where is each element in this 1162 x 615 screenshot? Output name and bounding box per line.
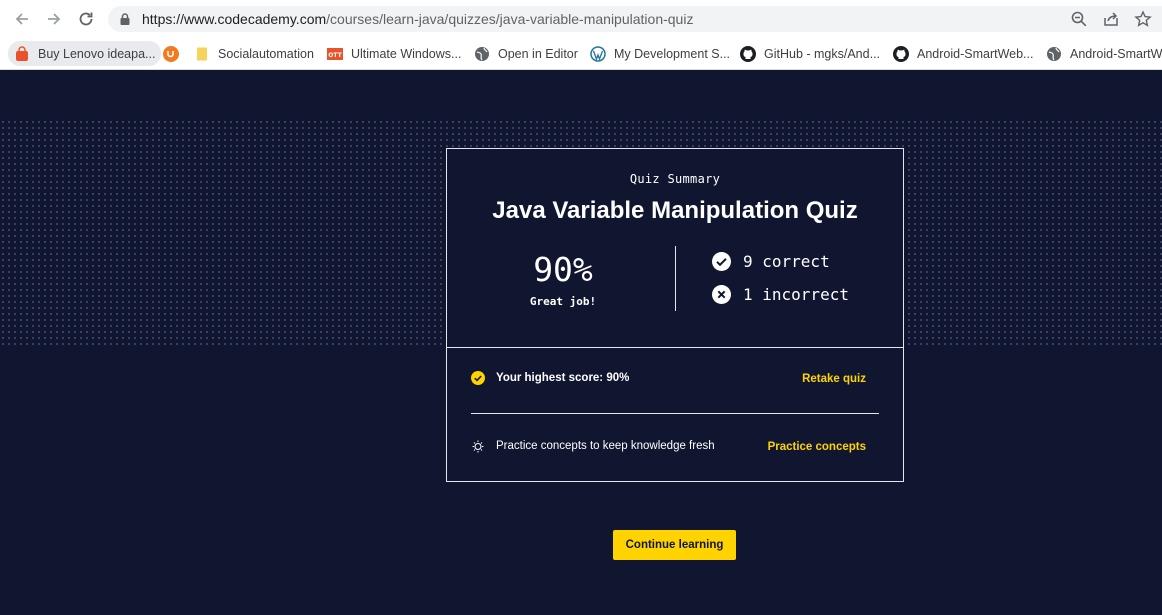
bookmark-socialautomation[interactable]: Socialautomation (188, 41, 320, 66)
bookmark-github-mgks[interactable]: GitHub - mgks/And... (734, 41, 886, 66)
retake-quiz-link[interactable]: Retake quiz (802, 373, 866, 385)
highest-score-text: Your highest score: 90% (496, 372, 630, 384)
quiz-summary-card: Quiz Summary Java Variable Manipulation … (446, 148, 904, 482)
bookmark-label: GitHub - mgks/And... (764, 46, 881, 61)
ott-icon: OTT (327, 47, 343, 60)
card-row-divider (471, 413, 879, 414)
wordpress-icon (590, 45, 606, 62)
bookmark-ultimate-windows[interactable]: OTT Ultimate Windows... (321, 41, 467, 66)
score-message: Great job! (529, 295, 597, 308)
bookmark-label: Ultimate Windows... (351, 46, 462, 61)
zoom-icon[interactable] (1070, 10, 1088, 28)
practice-row: Practice concepts to keep knowledge fres… (471, 439, 879, 459)
forward-arrow-icon[interactable] (44, 9, 64, 29)
globe-icon (475, 46, 489, 61)
quiz-summary-page: Quiz Summary Java Variable Manipulation … (0, 71, 1162, 615)
github-icon (740, 45, 756, 62)
lightbulb-icon (472, 440, 484, 453)
lock-icon[interactable] (118, 12, 132, 26)
practice-text: Practice concepts to keep knowledge fres… (496, 440, 715, 452)
globe-icon (1047, 46, 1061, 61)
incorrect-text: 1 incorrect (743, 285, 849, 304)
bookmark-label: Open in Editor (498, 46, 578, 61)
continue-learning-button[interactable]: Continue learning (613, 530, 736, 560)
browser-toolbar: https://www.codecademy.com/courses/learn… (0, 0, 1162, 37)
bookmark-upwork[interactable] (157, 41, 185, 66)
bookmark-my-development[interactable]: My Development S... (584, 41, 736, 66)
bookmark-label: Socialautomation (218, 46, 314, 61)
bookmark-android-smartw[interactable]: Android-SmartW (1040, 41, 1162, 66)
practice-label: Practice concepts to keep knowledge fres… (471, 439, 715, 453)
url-host: https://www.codecademy.com (142, 11, 327, 27)
highest-score-row: Your highest score: 90% Retake quiz (471, 371, 879, 391)
correct-count: 9 correct (712, 252, 830, 271)
practice-concepts-link[interactable]: Practice concepts (768, 441, 866, 453)
bookmark-android-smartweb[interactable]: Android-SmartWeb... (887, 41, 1039, 66)
shopping-bag-icon (16, 45, 28, 61)
highest-score-label: Your highest score: 90% (471, 371, 629, 385)
url-path: /courses/learn-java/quizzes/java-variabl… (326, 11, 694, 27)
bookmark-label: Android-SmartWeb... (917, 46, 1034, 61)
share-icon[interactable] (1102, 10, 1120, 28)
quiz-results-panel: Quiz Summary Java Variable Manipulation … (447, 149, 903, 348)
results-divider (675, 246, 676, 311)
quiz-title: Java Variable Manipulation Quiz (492, 197, 858, 224)
upwork-icon (163, 45, 179, 62)
bookmark-open-in-editor[interactable]: Open in Editor (468, 41, 584, 66)
address-bar[interactable]: https://www.codecademy.com/courses/learn… (108, 6, 1162, 32)
bookmark-label: Android-SmartW (1070, 46, 1162, 61)
reload-icon[interactable] (76, 9, 96, 29)
back-arrow-icon[interactable] (12, 9, 32, 29)
bookmark-label: Buy Lenovo ideapa... (38, 46, 156, 61)
x-circle-icon (712, 285, 731, 304)
correct-text: 9 correct (743, 252, 830, 271)
svg-text:OTT: OTT (328, 52, 342, 59)
check-circle-icon (471, 371, 485, 385)
url-text[interactable]: https://www.codecademy.com/courses/learn… (142, 11, 693, 27)
bookmark-lenovo[interactable]: Buy Lenovo ideapa... (8, 41, 162, 66)
quiz-summary-eyebrow: Quiz Summary (629, 172, 721, 186)
check-circle-icon (712, 252, 731, 271)
bookmark-label: My Development S... (614, 46, 731, 61)
github-icon (893, 45, 909, 62)
folder-icon (197, 47, 207, 60)
bookmarks-bar: Buy Lenovo ideapa... Socialautomation OT… (0, 37, 1162, 70)
incorrect-count: 1 incorrect (712, 285, 849, 304)
star-icon[interactable] (1134, 10, 1152, 28)
score-percentage: 90% (533, 250, 593, 289)
